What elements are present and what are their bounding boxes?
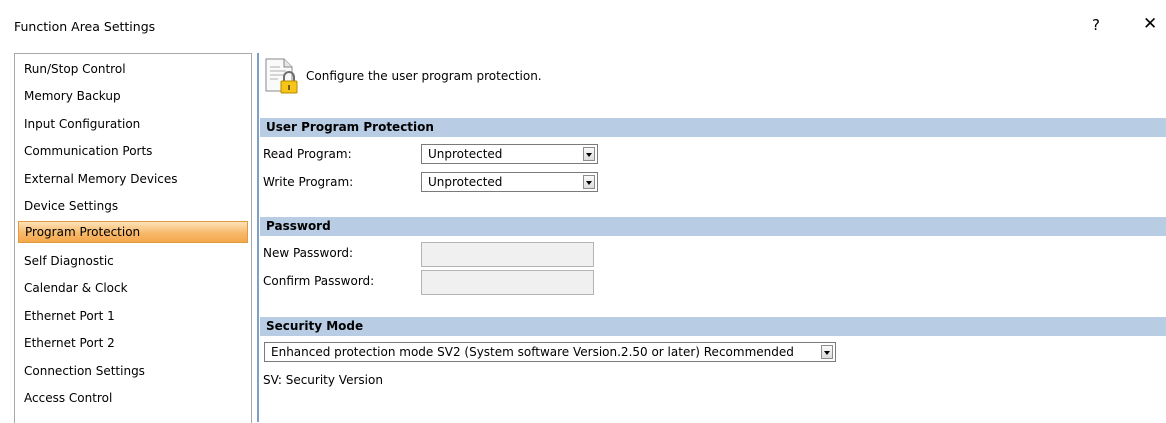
read-program-select[interactable]: Unprotected	[421, 144, 598, 164]
confirm-password-label: Confirm Password:	[263, 274, 375, 288]
write-program-select[interactable]: Unprotected	[421, 172, 598, 192]
new-password-label: New Password:	[263, 246, 354, 260]
title-bar: Function Area Settings ? ✕	[0, 0, 1166, 50]
nav-item-run-stop-control[interactable]: Run/Stop Control	[18, 58, 248, 80]
nav-item-device-settings[interactable]: Device Settings	[18, 195, 248, 217]
new-password-field[interactable]	[421, 242, 594, 267]
nav-item-ethernet-port-2[interactable]: Ethernet Port 2	[18, 332, 248, 354]
write-program-value: Unprotected	[428, 175, 503, 189]
nav-item-program-protection[interactable]: Program Protection	[18, 221, 248, 243]
help-button[interactable]: ?	[1092, 16, 1100, 34]
section-password: Password	[260, 217, 1166, 236]
close-button[interactable]: ✕	[1143, 14, 1157, 34]
nav-item-connection-settings[interactable]: Connection Settings	[18, 360, 248, 382]
read-program-label: Read Program:	[263, 147, 352, 161]
nav-item-communication-ports[interactable]: Communication Ports	[18, 140, 248, 162]
section-security-mode: Security Mode	[260, 317, 1166, 336]
nav-item-memory-backup[interactable]: Memory Backup	[18, 85, 248, 107]
window-title: Function Area Settings	[14, 19, 156, 34]
read-program-value: Unprotected	[428, 147, 503, 161]
chevron-down-icon[interactable]	[583, 147, 595, 161]
panel-divider	[257, 53, 259, 422]
section-user-program-protection: User Program Protection	[260, 118, 1166, 137]
settings-nav-list[interactable]: Run/Stop Control Memory Backup Input Con…	[14, 53, 252, 423]
nav-item-input-configuration[interactable]: Input Configuration	[18, 113, 248, 135]
nav-item-self-diagnostic[interactable]: Self Diagnostic	[18, 250, 248, 272]
security-mode-select[interactable]: Enhanced protection mode SV2 (System sof…	[264, 342, 836, 362]
write-program-label: Write Program:	[263, 175, 354, 189]
chevron-down-icon[interactable]	[821, 345, 833, 359]
nav-item-access-control[interactable]: Access Control	[18, 387, 248, 409]
security-mode-value: Enhanced protection mode SV2 (System sof…	[271, 345, 794, 359]
nav-item-external-memory-devices[interactable]: External Memory Devices	[18, 168, 248, 190]
chevron-down-icon[interactable]	[583, 175, 595, 189]
security-version-note: SV: Security Version	[263, 373, 383, 387]
page-description: Configure the user program protection.	[306, 69, 542, 83]
locked-document-icon	[265, 58, 298, 94]
nav-item-ethernet-port-1[interactable]: Ethernet Port 1	[18, 305, 248, 327]
confirm-password-field[interactable]	[421, 270, 594, 295]
nav-item-calendar-clock[interactable]: Calendar & Clock	[18, 277, 248, 299]
